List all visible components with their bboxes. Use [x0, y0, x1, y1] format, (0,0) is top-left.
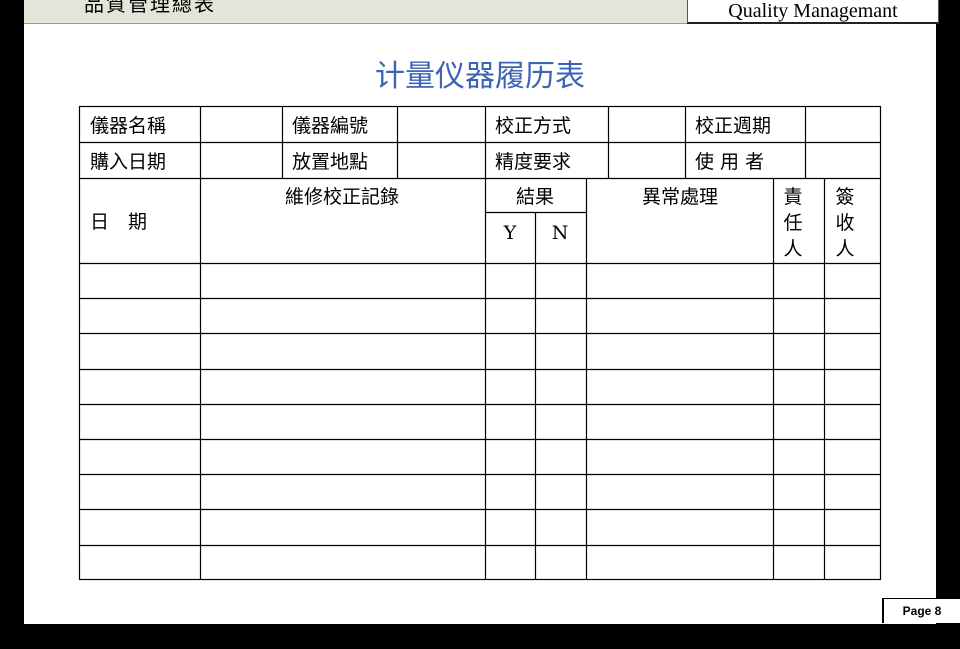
- table-grid: [78, 105, 882, 581]
- label-precision: 精度要求: [495, 151, 571, 173]
- label-calibration-cycle: 校正週期: [695, 115, 771, 137]
- label-instrument-number: 儀器編號: [292, 115, 368, 137]
- col-signed-2: 收: [835, 212, 854, 234]
- label-user: 使 用 者: [695, 151, 764, 173]
- col-signed-3: 人: [835, 238, 854, 260]
- label-calibration-method: 校正方式: [495, 115, 571, 137]
- record-table: 儀器名稱 儀器編號 校正方式 校正週期 購入日期 放置地點 精度要求 使 用 者…: [78, 105, 882, 581]
- col-result-n: N: [552, 222, 569, 244]
- col-record: 維修校正記錄: [285, 186, 399, 208]
- label-purchase-date: 購入日期: [90, 151, 166, 173]
- col-responsible-3: 人: [783, 238, 802, 260]
- col-result-y: Y: [503, 222, 517, 244]
- label-location: 放置地點: [292, 151, 368, 173]
- col-abnormal: 異常處理: [642, 186, 718, 208]
- col-result: 結果: [516, 186, 554, 208]
- col-date: 日 期: [90, 211, 147, 233]
- col-responsible-2: 任: [783, 212, 802, 234]
- label-instrument-name: 儀器名稱: [90, 115, 166, 137]
- col-signed-1: 簽: [835, 186, 854, 208]
- col-responsible-1: 責: [783, 186, 802, 208]
